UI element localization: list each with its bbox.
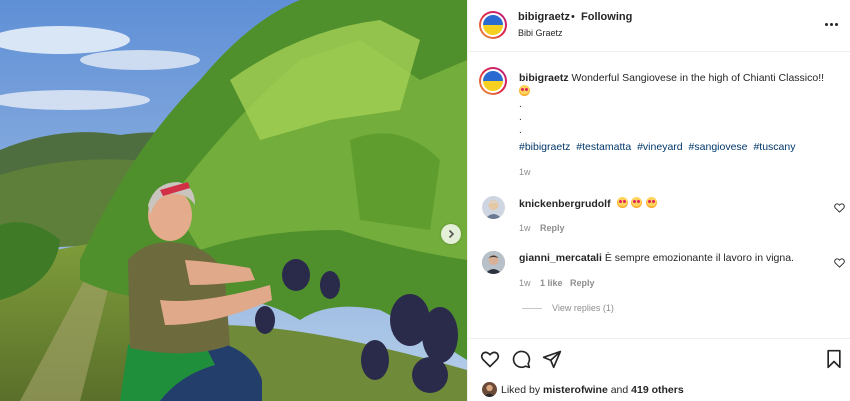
- heart-eyes-emoji: [519, 85, 530, 96]
- comment-2: gianni_mercatali È sempre emozionante il …: [519, 252, 794, 264]
- reply-button[interactable]: Reply: [570, 278, 595, 288]
- share-icon[interactable]: [542, 349, 562, 369]
- caption-dot-1: .: [519, 99, 522, 110]
- comment-like-heart-icon[interactable]: [834, 258, 845, 268]
- vineyard-photo: [0, 0, 467, 401]
- comment-1: knickenbergrudolf: [519, 197, 658, 210]
- heart-eyes-emoji: [631, 197, 643, 208]
- others-link[interactable]: 419 others: [631, 384, 684, 396]
- reply-button[interactable]: Reply: [540, 223, 565, 233]
- caption: bibigraetz Wonderful Sangiovese in the h…: [519, 71, 839, 99]
- hashtag-link[interactable]: #sangiovese: [689, 141, 748, 153]
- heart-icon[interactable]: [480, 349, 500, 369]
- hashtag-link[interactable]: #testamatta: [576, 141, 631, 153]
- comment-like-heart-icon[interactable]: [834, 203, 845, 213]
- caption-avatar[interactable]: [479, 67, 507, 95]
- liker-avatar[interactable]: [482, 382, 497, 397]
- likes-summary: Liked by misterofwine and 419 others: [501, 384, 684, 396]
- comment-time[interactable]: 1w: [519, 278, 531, 288]
- caption-dot-3: .: [519, 125, 522, 136]
- author-username[interactable]: bibigraetz: [518, 11, 570, 23]
- more-options-button[interactable]: [823, 18, 839, 30]
- commenter-avatar[interactable]: [482, 196, 505, 219]
- next-image-button[interactable]: [441, 224, 461, 244]
- comment-username[interactable]: gianni_mercatali: [519, 252, 602, 264]
- caption-dot-2: .: [519, 112, 522, 123]
- hashtag-link[interactable]: #tuscany: [753, 141, 795, 153]
- liker-username[interactable]: misterofwine: [543, 384, 608, 396]
- hashtags: #bibigraetz #testamatta #vineyard #sangi…: [519, 141, 798, 153]
- caption-username[interactable]: bibigraetz: [519, 72, 569, 84]
- hashtag-link[interactable]: #vineyard: [637, 141, 683, 153]
- author-avatar[interactable]: [479, 11, 507, 39]
- post-photo[interactable]: [0, 0, 467, 401]
- heart-eyes-emoji: [646, 197, 658, 208]
- more-options-icon: [824, 22, 828, 26]
- liked-and-label: and: [610, 384, 629, 396]
- following-button[interactable]: Following: [581, 11, 632, 23]
- header-divider: [468, 51, 850, 52]
- caption-text: Wonderful Sangiovese in the high of Chia…: [571, 72, 825, 84]
- comment-icon[interactable]: [511, 349, 531, 369]
- hashtag-link[interactable]: #bibigraetz: [519, 141, 570, 153]
- replies-line: [522, 307, 542, 309]
- bookmark-icon[interactable]: [824, 349, 844, 369]
- actions-divider: [468, 338, 850, 339]
- author-subtitle: Bibi Graetz: [518, 28, 563, 38]
- separator-dot: •: [571, 11, 575, 23]
- caption-time[interactable]: 1w: [519, 167, 531, 177]
- chevron-right-icon: [448, 229, 455, 239]
- liked-by-label: Liked by: [501, 384, 541, 396]
- comment-username[interactable]: knickenbergrudolf: [519, 198, 611, 210]
- view-replies-label: View replies (1): [552, 303, 614, 313]
- comment-text: È sempre emozionante il lavoro in vigna.: [604, 252, 794, 264]
- comment-time[interactable]: 1w: [519, 223, 531, 233]
- view-replies-button[interactable]: View replies (1): [522, 303, 614, 313]
- commenter-avatar[interactable]: [482, 251, 505, 274]
- heart-eyes-emoji: [616, 197, 628, 208]
- comment-likes-count[interactable]: 1 like: [540, 278, 563, 288]
